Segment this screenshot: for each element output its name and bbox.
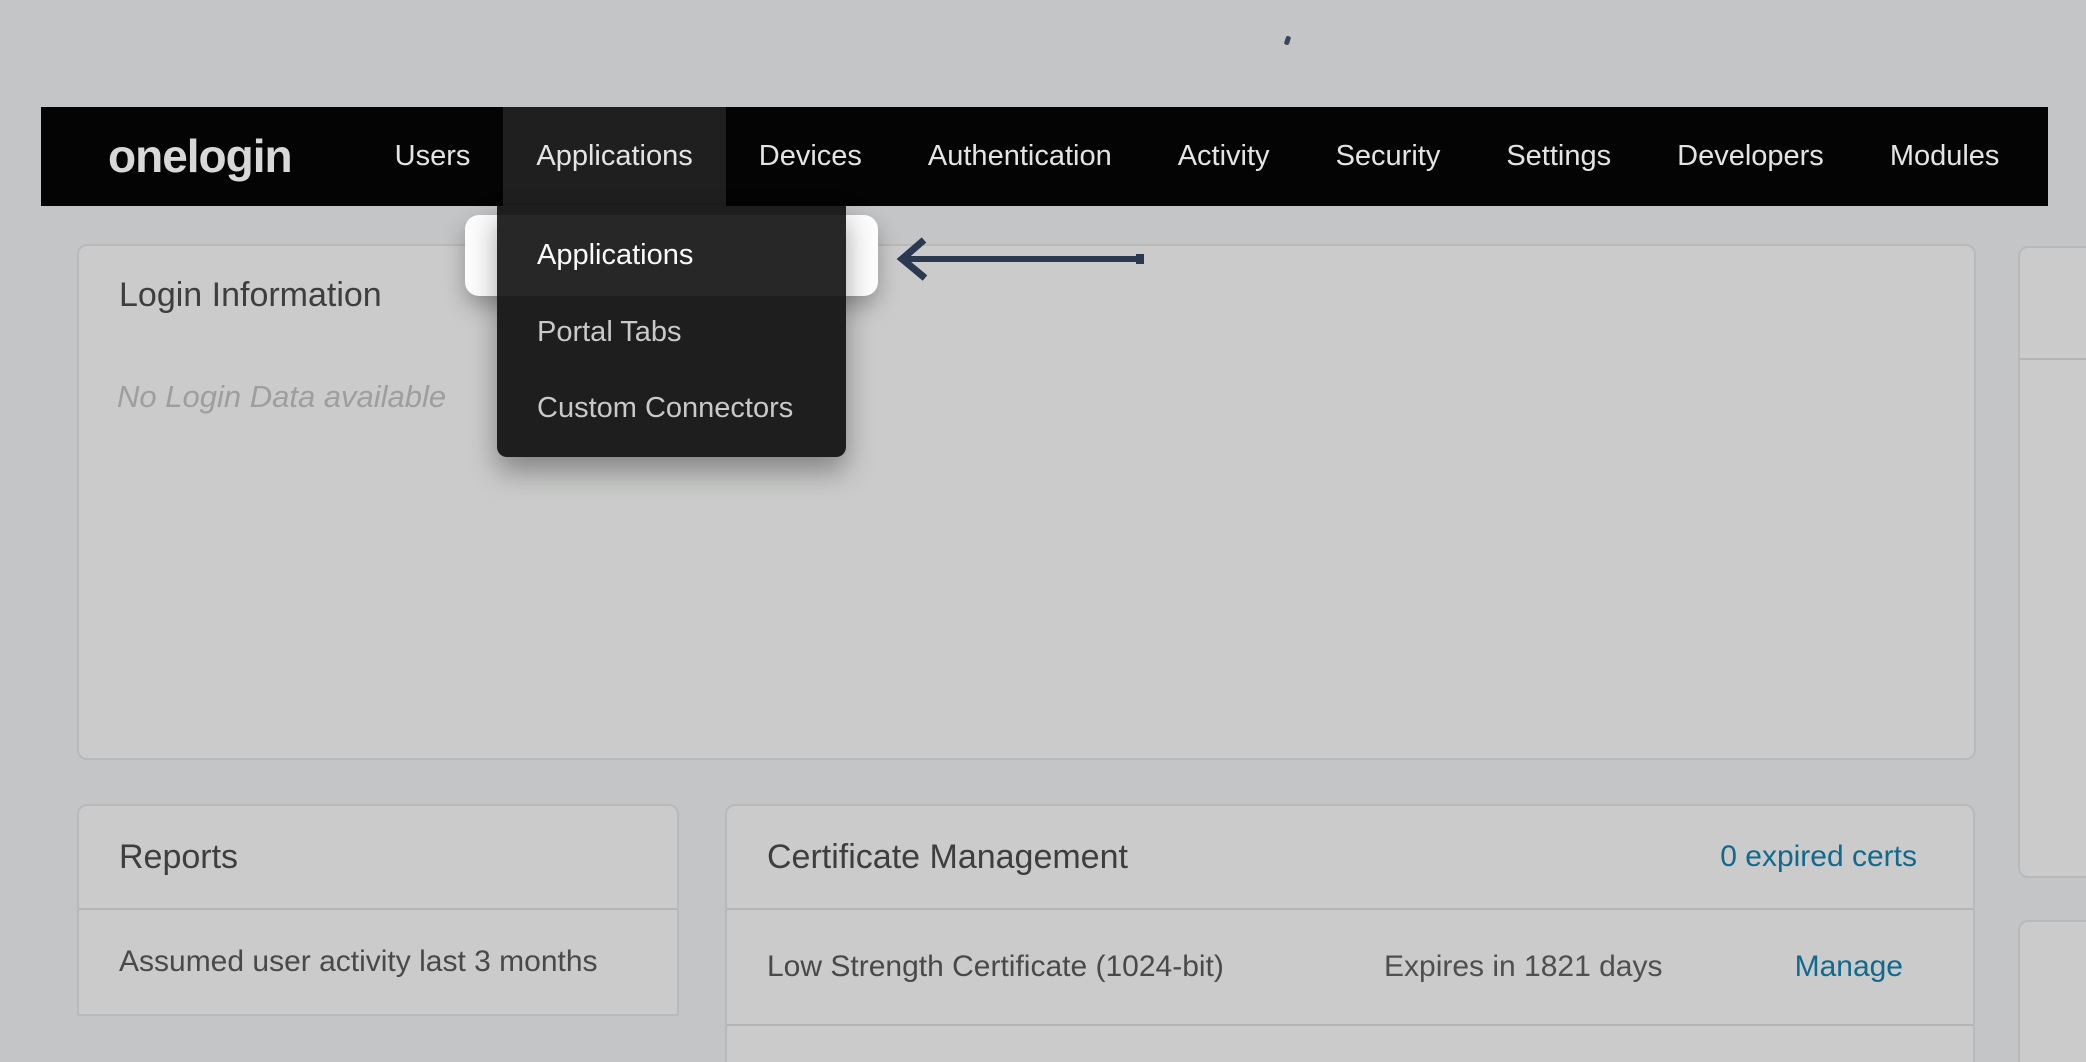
- nav-item-applications[interactable]: Applications: [503, 107, 725, 206]
- nav-item-settings[interactable]: Settings: [1473, 107, 1644, 206]
- onelogin-admin-screen: onelogin Users Applications Devices Auth…: [0, 0, 2086, 1062]
- applications-dropdown-menu: Applications Portal Tabs Custom Connecto…: [497, 206, 846, 457]
- manage-certificate-link[interactable]: Manage: [1795, 950, 1903, 984]
- nav-item-modules[interactable]: Modules: [1857, 107, 2033, 206]
- nav-item-devices[interactable]: Devices: [726, 107, 895, 206]
- certificate-card-header: Certificate Management 0 expired certs: [727, 806, 1973, 910]
- login-information-card: Login Information No Login Data availabl…: [77, 244, 1976, 760]
- nav-item-users[interactable]: Users: [362, 107, 504, 206]
- dropdown-item-portal-tabs[interactable]: Portal Tabs: [497, 296, 846, 368]
- right-edge-partial-card-top: [2018, 246, 2086, 878]
- reports-card: Reports Assumed user activity last 3 mon…: [77, 804, 679, 1016]
- report-list-item[interactable]: Assumed user activity last 3 months: [79, 910, 677, 1014]
- certificate-row: Low Strength Certificate (1024-bit) Expi…: [727, 910, 1973, 1026]
- certificate-expiry: Expires in 1821 days: [1384, 950, 1663, 984]
- reports-card-header: Reports: [79, 806, 677, 910]
- no-login-data-message: No Login Data available: [117, 379, 1974, 415]
- dropdown-item-custom-connectors[interactable]: Custom Connectors: [497, 368, 846, 448]
- dropdown-item-applications[interactable]: Applications: [497, 215, 846, 296]
- nav-item-developers[interactable]: Developers: [1644, 107, 1857, 206]
- certificate-management-title: Certificate Management: [767, 838, 1128, 877]
- reports-title: Reports: [119, 838, 238, 877]
- right-edge-partial-card-header: [2020, 248, 2086, 360]
- left-arrow-icon: [893, 233, 1149, 285]
- nav-item-activity[interactable]: Activity: [1145, 107, 1303, 206]
- certificate-management-card: Certificate Management 0 expired certs L…: [725, 804, 1975, 1062]
- expired-certs-link[interactable]: 0 expired certs: [1720, 840, 1917, 874]
- onelogin-logo[interactable]: onelogin: [108, 107, 292, 206]
- top-nav-bar: onelogin Users Applications Devices Auth…: [41, 107, 2048, 206]
- nav-items: Users Applications Devices Authenticatio…: [362, 107, 2033, 206]
- annotation-artifact-dot: [1284, 35, 1292, 45]
- nav-item-security[interactable]: Security: [1303, 107, 1474, 206]
- certificate-name: Low Strength Certificate (1024-bit): [767, 950, 1224, 984]
- nav-item-authentication[interactable]: Authentication: [895, 107, 1145, 206]
- right-edge-partial-card-bottom: [2018, 920, 2086, 1062]
